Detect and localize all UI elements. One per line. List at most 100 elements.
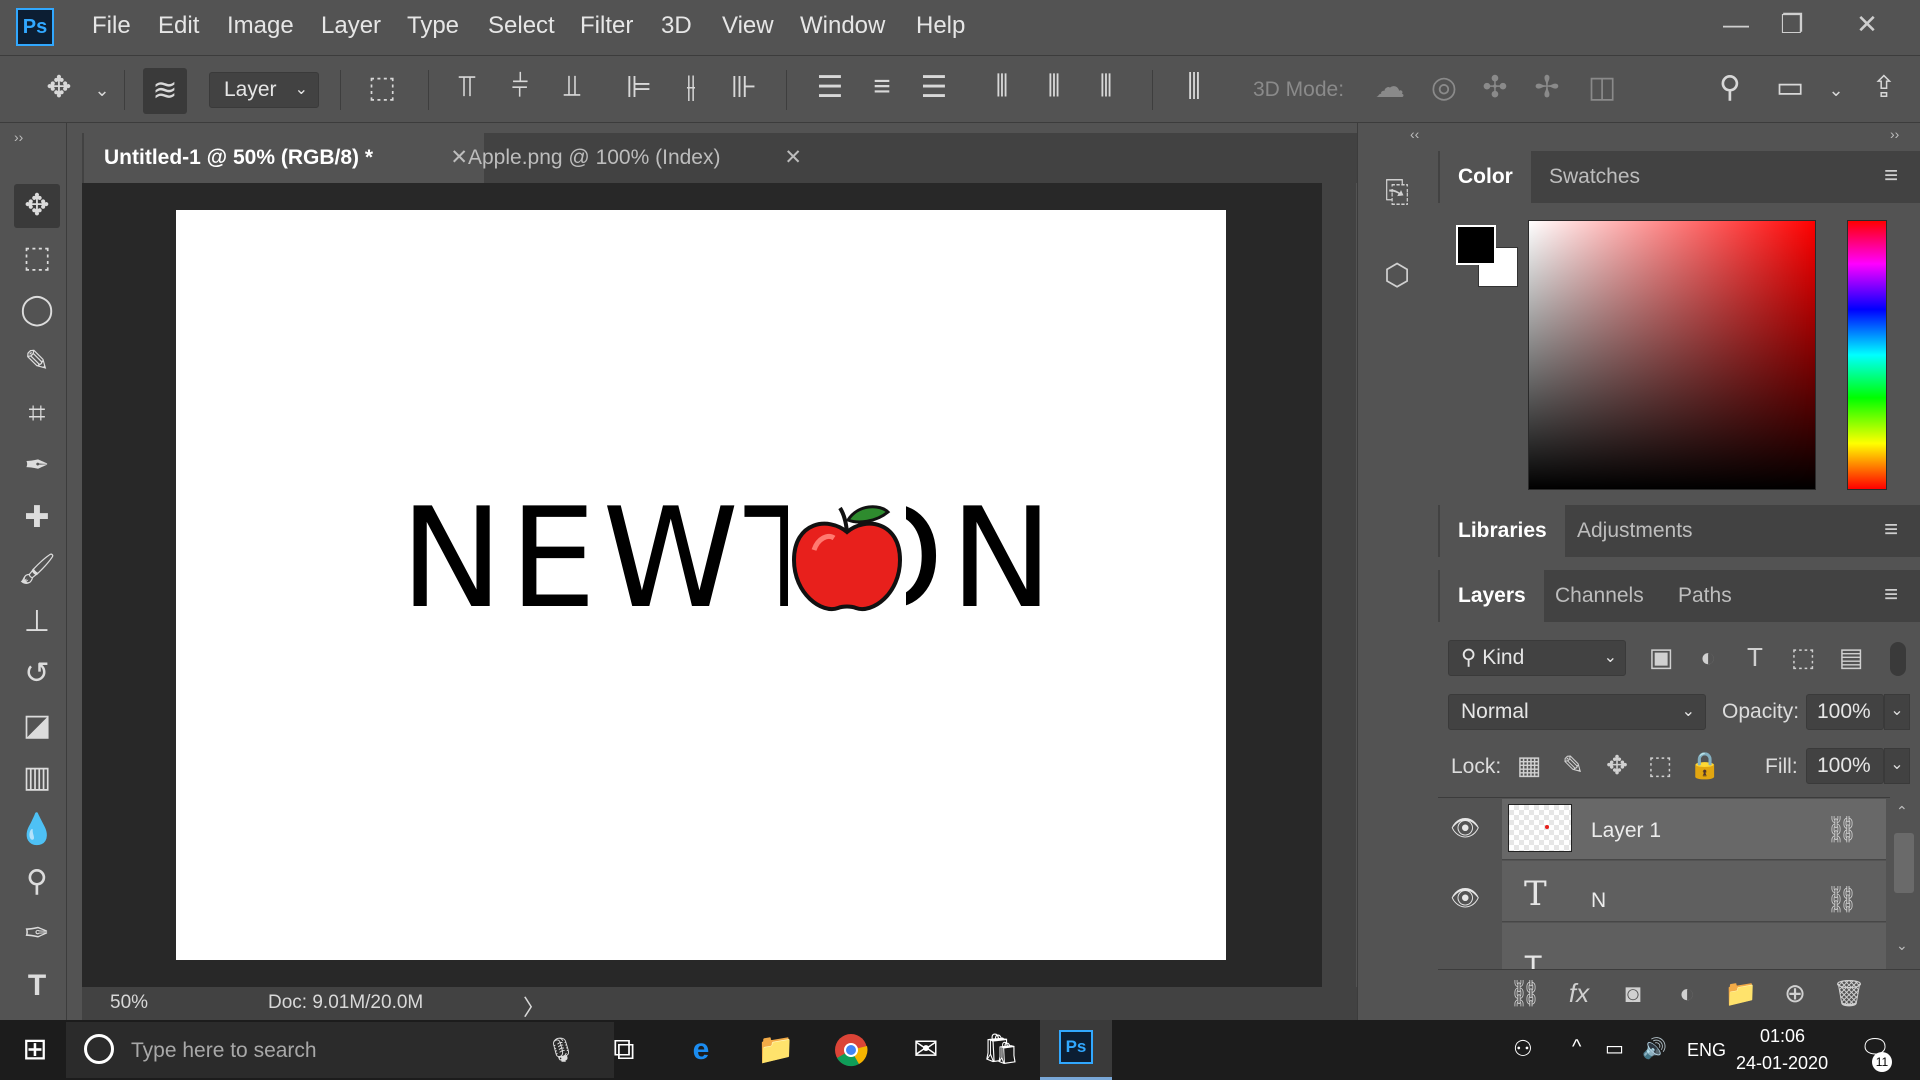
- volume-icon[interactable]: 🔊: [1642, 1036, 1667, 1061]
- zoom-level-field[interactable]: 50%: [110, 992, 148, 1014]
- menu-view[interactable]: View: [722, 12, 774, 40]
- marquee-tool-icon[interactable]: ⬚: [14, 236, 60, 280]
- eye-icon[interactable]: 👁: [1450, 884, 1480, 913]
- 3d-panel-icon[interactable]: ⬡: [1380, 258, 1414, 293]
- new-group-icon[interactable]: 📁: [1724, 978, 1758, 1009]
- microphone-icon[interactable]: 🎙: [546, 1036, 576, 1065]
- share-icon[interactable]: ⇪: [1866, 70, 1902, 105]
- file-explorer-icon[interactable]: 📁: [750, 1028, 802, 1072]
- move-tool-icon[interactable]: ✥: [14, 184, 60, 228]
- menu-image[interactable]: Image: [227, 12, 294, 40]
- link-layers-icon[interactable]: ⛓: [1508, 978, 1542, 1009]
- expand-toolbar-icon[interactable]: ››: [14, 129, 23, 145]
- add-mask-icon[interactable]: ◙: [1616, 978, 1650, 1009]
- people-icon[interactable]: ⚇: [1513, 1036, 1533, 1062]
- canvas-vertical-scrollbar[interactable]: [1322, 183, 1356, 987]
- menu-file[interactable]: File: [92, 12, 131, 40]
- auto-select-dropdown[interactable]: Layer ⌄: [209, 72, 319, 108]
- tab-libraries[interactable]: Libraries: [1440, 505, 1565, 557]
- type-tool-icon[interactable]: T: [14, 964, 60, 1008]
- tab-adjustments[interactable]: Adjustments: [1559, 505, 1711, 557]
- align-top-icon[interactable]: ⫪: [449, 70, 485, 104]
- filter-shape-icon[interactable]: ⬚: [1786, 642, 1820, 673]
- align-vertical-center-icon[interactable]: ⫩: [502, 70, 538, 104]
- eraser-tool-icon[interactable]: ◪: [14, 704, 60, 748]
- canvas-text[interactable]: NEWTON: [400, 490, 1059, 628]
- distribute-vcenter-icon[interactable]: ≡: [864, 70, 900, 104]
- close-window-icon[interactable]: ✕: [1840, 6, 1894, 42]
- menu-select[interactable]: Select: [488, 12, 555, 40]
- filter-type-icon[interactable]: T: [1738, 642, 1772, 673]
- tab-apple-png[interactable]: Apple.png @ 100% (Index) ✕: [448, 133, 808, 183]
- close-tab-icon[interactable]: ✕: [784, 133, 802, 183]
- eye-icon[interactable]: 👁: [1450, 814, 1480, 843]
- collapse-dock-icon[interactable]: ‹‹: [1410, 126, 1419, 142]
- align-left-icon[interactable]: ⊫: [621, 70, 657, 105]
- brush-tool-icon[interactable]: 🖌: [14, 548, 60, 592]
- new-layer-icon[interactable]: ⊕: [1778, 978, 1812, 1009]
- menu-help[interactable]: Help: [916, 12, 965, 40]
- distribute-top-icon[interactable]: ☰: [812, 70, 848, 105]
- store-icon[interactable]: 🛍: [975, 1028, 1027, 1072]
- menu-3d[interactable]: 3D: [661, 12, 692, 40]
- quick-select-tool-icon[interactable]: ✎: [14, 340, 60, 384]
- clone-stamp-tool-icon[interactable]: ⊥: [14, 600, 60, 644]
- lasso-tool-icon[interactable]: ◯: [14, 288, 60, 332]
- status-menu-arrow-icon[interactable]: 〉: [523, 990, 545, 1022]
- fill-field[interactable]: 100%: [1806, 748, 1884, 784]
- lock-position-icon[interactable]: ✥: [1600, 750, 1634, 781]
- filter-adjustment-icon[interactable]: ◐: [1691, 642, 1725, 673]
- gradient-tool-icon[interactable]: ▥: [14, 756, 60, 800]
- link-icon[interactable]: ⛓: [1825, 884, 1859, 915]
- taskbar-photoshop[interactable]: Ps: [1040, 1020, 1112, 1080]
- search-icon[interactable]: ⚲: [1712, 70, 1748, 105]
- filter-smart-object-icon[interactable]: ▤: [1834, 642, 1868, 673]
- pen-tool-icon[interactable]: ✑: [14, 912, 60, 956]
- battery-icon[interactable]: ▭: [1605, 1036, 1624, 1061]
- dodge-tool-icon[interactable]: ⚲: [14, 860, 60, 904]
- clock-date[interactable]: 24-01-2020: [1736, 1053, 1828, 1074]
- 3d-slide-icon[interactable]: ✢: [1529, 70, 1565, 105]
- layer-name[interactable]: N: [1591, 889, 1606, 913]
- panel-menu-icon[interactable]: ≡: [1884, 162, 1898, 190]
- edge-browser-icon[interactable]: e: [675, 1028, 727, 1072]
- clock-time[interactable]: 01:06: [1760, 1026, 1805, 1047]
- windows-start-icon[interactable]: ⊞: [9, 1028, 61, 1072]
- layer-row[interactable]: [1502, 923, 1886, 970]
- lock-all-icon[interactable]: 🔒: [1688, 750, 1722, 781]
- minimize-icon[interactable]: —: [1709, 6, 1763, 42]
- adjustment-layer-icon[interactable]: ◐: [1670, 978, 1704, 1009]
- fill-chevron-icon[interactable]: ⌄: [1884, 748, 1910, 784]
- language-indicator[interactable]: ENG: [1687, 1040, 1726, 1061]
- foreground-color-swatch[interactable]: [1456, 225, 1496, 265]
- layer-list-scrollbar[interactable]: ⌃ ⌄: [1890, 797, 1920, 969]
- distribute-left-icon[interactable]: ⦀: [984, 70, 1020, 104]
- lock-artboard-icon[interactable]: ⬚: [1643, 750, 1677, 781]
- chevron-down-icon[interactable]: ⌄: [84, 80, 120, 101]
- tab-paths[interactable]: Paths: [1660, 570, 1750, 622]
- transform-controls-icon[interactable]: ⬚: [364, 70, 400, 105]
- layer-name[interactable]: Layer 1: [1591, 819, 1661, 843]
- 3d-roll-icon[interactable]: ◎: [1426, 70, 1462, 105]
- layer-filter-kind-dropdown[interactable]: ⚲ Kind ⌄: [1448, 640, 1626, 676]
- distribute-hcenter-icon[interactable]: ⦀: [1036, 70, 1072, 104]
- tab-layers[interactable]: Layers: [1440, 570, 1544, 622]
- panel-menu-icon[interactable]: ≡: [1884, 581, 1898, 609]
- blend-mode-dropdown[interactable]: Normal ⌄: [1448, 694, 1706, 730]
- link-icon[interactable]: ⛓: [1825, 814, 1859, 845]
- align-bottom-icon[interactable]: ⫫: [554, 70, 590, 104]
- chrome-icon[interactable]: [825, 1028, 877, 1072]
- menu-edit[interactable]: Edit: [158, 12, 199, 40]
- 3d-scale-icon[interactable]: ◫: [1584, 70, 1620, 105]
- distribute-bottom-icon[interactable]: ☰: [916, 70, 952, 105]
- move-tool-preset-icon[interactable]: ✥: [41, 70, 77, 105]
- collapse-panels-icon[interactable]: ››: [1890, 126, 1899, 142]
- crop-tool-icon[interactable]: ⌗: [14, 392, 60, 436]
- tab-color[interactable]: Color: [1440, 151, 1531, 203]
- workspace-icon[interactable]: ▭: [1772, 70, 1808, 105]
- menu-window[interactable]: Window: [800, 12, 885, 40]
- menu-layer[interactable]: Layer: [321, 12, 381, 40]
- restore-icon[interactable]: ❐: [1765, 6, 1819, 42]
- photoshop-logo[interactable]: Ps: [16, 8, 54, 46]
- trash-icon[interactable]: 🗑: [1832, 978, 1866, 1009]
